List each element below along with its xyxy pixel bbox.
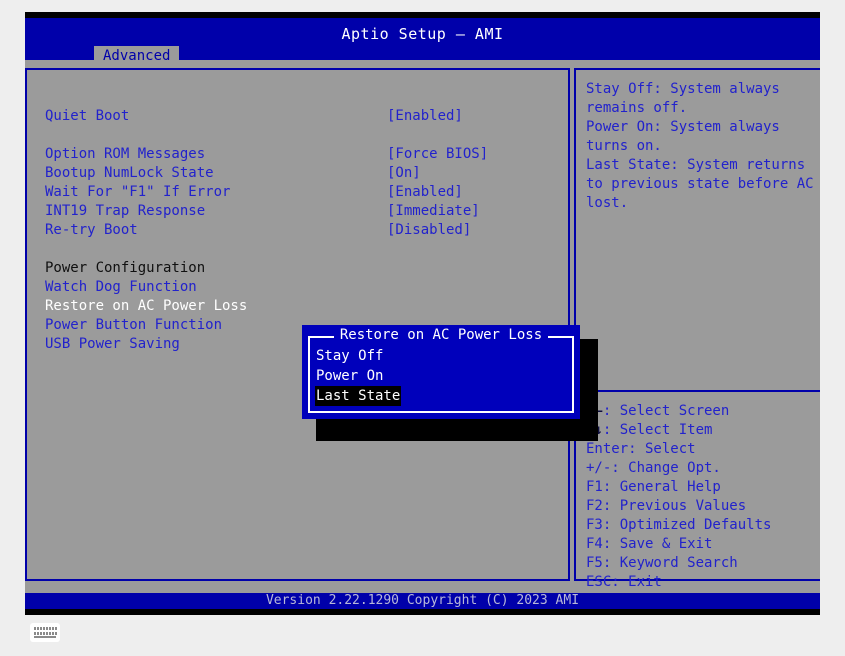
dialog-option-row[interactable]: Last State (315, 385, 401, 405)
dialog-option[interactable]: Stay Off (315, 346, 384, 366)
title-bar: Aptio Setup – AMI Advanced (25, 18, 820, 60)
setting-row[interactable]: Option ROM Messages [Force BIOS] (45, 145, 565, 164)
help-line: Last State: System returns (586, 156, 812, 175)
setting-label: Watch Dog Function (45, 278, 197, 297)
key-legend-text: : Select Screen (603, 403, 729, 419)
key-legend-text: +/-: Change Opt. (586, 460, 721, 476)
key-legend-line: Enter: Select (586, 440, 816, 459)
setting-label: Power Configuration (45, 259, 205, 278)
keyboard-icon-row-2 (34, 632, 57, 635)
setting-label: Quiet Boot (45, 107, 129, 126)
help-line: Stay Off: System always (586, 80, 812, 99)
key-legend-line: F4: Save & Exit (586, 535, 816, 554)
help-line: to previous state before AC (586, 175, 812, 194)
key-legend-line: ESC: Exit (586, 573, 816, 592)
body-region: Quiet Boot [Enabled] Option ROM Messages [F… (25, 60, 820, 587)
key-legend-text: F5: Keyword Search (586, 555, 738, 571)
setting-label: Option ROM Messages (45, 145, 205, 164)
dialog-option-row[interactable]: Power On (315, 365, 401, 385)
setting-row[interactable]: INT19 Trap Response [Immediate] (45, 202, 565, 221)
key-legend-line: F2: Previous Values (586, 497, 816, 516)
help-line: remains off. (586, 99, 812, 118)
setting-row: Power Configuration (45, 259, 565, 278)
setting-label: Restore on AC Power Loss (45, 297, 247, 316)
key-legend-text: F3: Optimized Defaults (586, 517, 771, 533)
help-line: Power On: System always (586, 118, 812, 137)
key-legend-line: ↑↓: Select Item (586, 421, 816, 440)
key-legend-line: →←: Select Screen (586, 402, 816, 421)
dialog-option[interactable]: Power On (315, 366, 384, 386)
setting-row[interactable]: Bootup NumLock State [On] (45, 164, 565, 183)
help-description: Stay Off: System alwaysremains off.Power… (586, 80, 812, 213)
dialog-option[interactable]: Last State (315, 386, 401, 406)
help-panel: Stay Off: System alwaysremains off.Power… (574, 68, 820, 581)
setting-value[interactable]: [Enabled] (387, 107, 463, 126)
setting-row[interactable]: Quiet Boot [Enabled] (45, 107, 565, 126)
dialog-option-row[interactable]: Stay Off (315, 345, 401, 365)
page-title: Aptio Setup – AMI (25, 25, 820, 43)
bottom-border-strip (25, 609, 820, 615)
restore-on-ac-power-loss-dialog: Restore on AC Power Loss Stay OffPower O… (302, 325, 580, 419)
setting-value[interactable]: [Enabled] (387, 183, 463, 202)
setting-row[interactable]: Wait For "F1" If Error [Enabled] (45, 183, 565, 202)
dialog-title-text: Restore on AC Power Loss (334, 327, 548, 343)
screenshot-root: Aptio Setup – AMI Advanced Quiet Boot [En… (0, 0, 845, 656)
version-text: Version 2.22.1290 Copyright (C) 2023 AMI (25, 593, 820, 609)
keyboard-icon[interactable] (30, 623, 60, 642)
keyboard-icon-spacebar (34, 636, 56, 638)
settings-spacer (45, 240, 565, 259)
key-legend-line: F1: General Help (586, 478, 816, 497)
key-legend-text: F4: Save & Exit (586, 536, 712, 552)
setting-value[interactable]: [Immediate] (387, 202, 480, 221)
setting-value[interactable]: [Force BIOS] (387, 145, 488, 164)
setting-label: Re-try Boot (45, 221, 138, 240)
bios-setup-screen: Aptio Setup – AMI Advanced Quiet Boot [En… (25, 12, 820, 615)
setting-label: INT19 Trap Response (45, 202, 205, 221)
setting-row[interactable]: Watch Dog Function (45, 278, 565, 297)
dialog-title: Restore on AC Power Loss (302, 327, 580, 344)
key-legend-text: F1: General Help (586, 479, 721, 495)
key-legend-line: F3: Optimized Defaults (586, 516, 816, 535)
key-legend-line: F5: Keyword Search (586, 554, 816, 573)
help-line: turns on. (586, 137, 812, 156)
key-legend-line: +/-: Change Opt. (586, 459, 816, 478)
setting-row[interactable]: Re-try Boot [Disabled] (45, 221, 565, 240)
key-legend-text: Enter: Select (586, 441, 696, 457)
key-legend-text: : Select Item (603, 422, 713, 438)
setting-value[interactable]: [Disabled] (387, 221, 471, 240)
footer-bar: Version 2.22.1290 Copyright (C) 2023 AMI (25, 593, 820, 609)
setting-label: Power Button Function (45, 316, 222, 335)
keyboard-icon-row-1 (34, 627, 57, 630)
setting-label: Bootup NumLock State (45, 164, 214, 183)
setting-row[interactable]: Restore on AC Power Loss (45, 297, 565, 316)
setting-label: USB Power Saving (45, 335, 180, 354)
settings-spacer (45, 126, 565, 145)
key-legend: →←: Select Screen↑↓: Select ItemEnter: S… (586, 402, 816, 592)
help-line: lost. (586, 194, 812, 213)
key-legend-text: F2: Previous Values (586, 498, 746, 514)
setting-value[interactable]: [On] (387, 164, 421, 183)
key-legend-text: ESC: Exit (586, 574, 662, 590)
help-panel-divider (576, 390, 820, 392)
settings-list: Quiet Boot [Enabled] Option ROM Messages [F… (45, 107, 565, 354)
setting-label: Wait For "F1" If Error (45, 183, 230, 202)
dialog-option-list: Stay OffPower OnLast State (315, 345, 401, 405)
